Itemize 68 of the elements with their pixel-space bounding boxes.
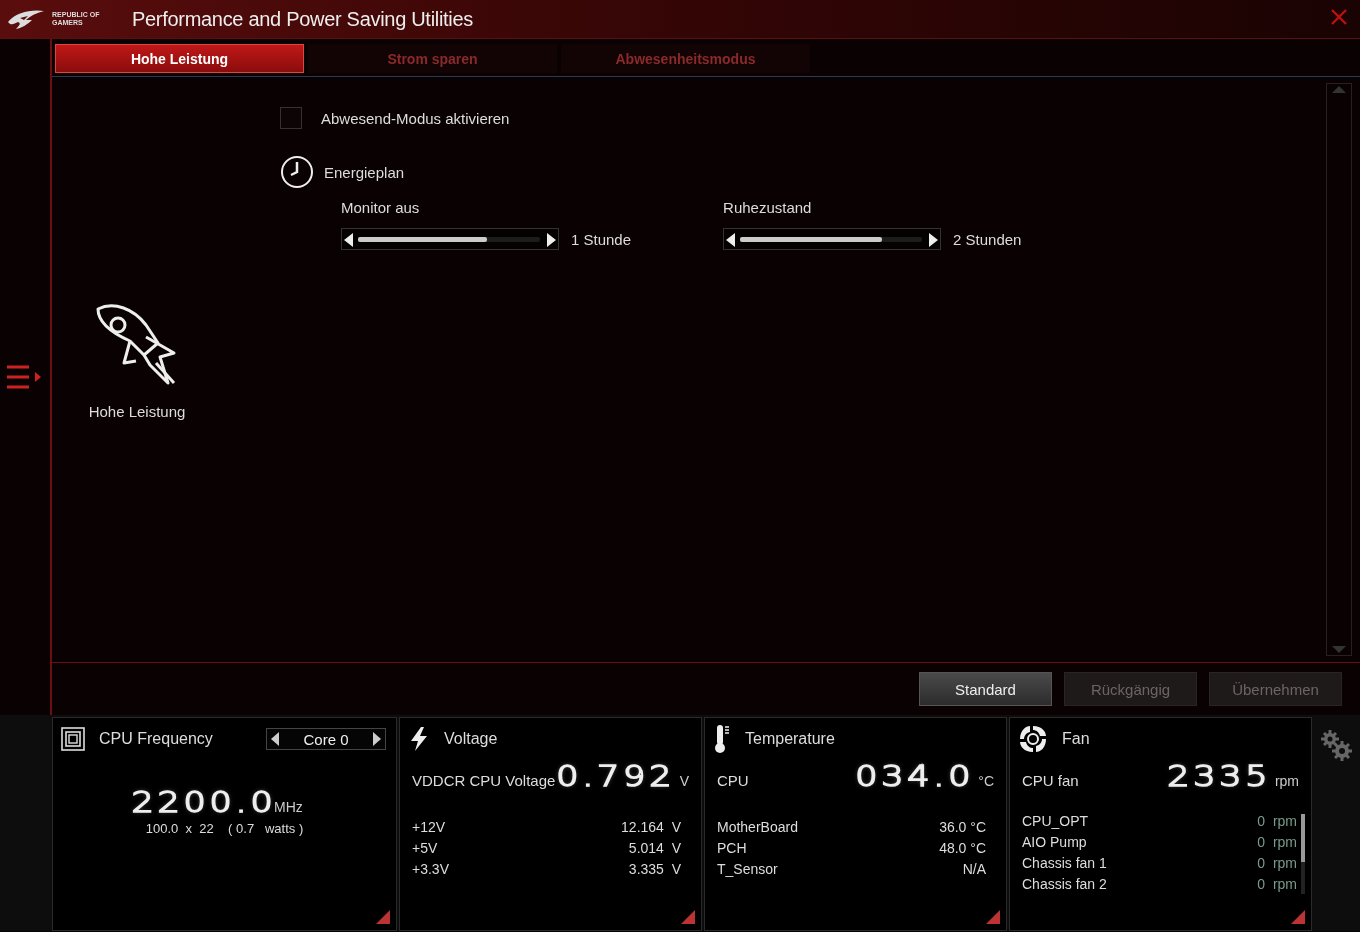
sensor-value: 0 rpm	[1257, 876, 1297, 892]
sensor-name: T_Sensor	[717, 861, 778, 877]
slider-track[interactable]	[358, 236, 540, 242]
panel-title: CPU Frequency	[99, 730, 213, 748]
unit-label: MHz	[274, 799, 303, 815]
sensor-name: +12V	[412, 819, 446, 835]
slider[interactable]	[341, 228, 559, 250]
sensor-reading: 2335	[1166, 760, 1271, 793]
window-title: Performance and Power Saving Utilities	[132, 7, 473, 31]
sensor-value: 36.0 °C	[939, 819, 986, 835]
expand-icon[interactable]	[1291, 910, 1305, 924]
tab[interactable]: Strom sparen	[308, 44, 557, 73]
sensor-name: Chassis fan 1	[1022, 855, 1107, 871]
sensor-name: CPU_OPT	[1022, 813, 1089, 829]
settings-icon[interactable]	[1320, 729, 1352, 761]
panel-title: Temperature	[745, 730, 835, 748]
sensor-value: 0 rpm	[1257, 834, 1297, 850]
fan-icon	[1018, 724, 1048, 754]
chip-icon	[61, 727, 85, 751]
mode-label: Hohe Leistung	[88, 403, 186, 420]
thermometer-icon	[713, 724, 731, 754]
left-arrow-icon[interactable]	[726, 233, 737, 247]
sensor-reading: 034.0	[855, 760, 975, 793]
right-arrow-icon[interactable]	[546, 233, 556, 247]
scrollbar[interactable]	[1301, 814, 1305, 894]
slider-track[interactable]	[740, 236, 923, 242]
left-arrow-icon[interactable]	[344, 233, 354, 247]
sensor-name: +5V	[412, 840, 438, 856]
action-button[interactable]: Standard	[919, 672, 1052, 706]
sensor-name: +3.3V	[412, 861, 449, 877]
core-selector[interactable]: Core 0	[266, 728, 386, 750]
sensor-value: N/A	[962, 861, 986, 877]
sensor-value: 5.014 V	[628, 840, 681, 856]
setting-value: 2 Stunden	[953, 230, 1022, 248]
sensor-name: PCH	[717, 840, 747, 856]
unit-label: rpm	[1274, 773, 1299, 789]
right-arrow-icon[interactable]	[928, 233, 939, 247]
setting-label: Ruhezustand	[723, 199, 813, 216]
setting-label: Monitor aus	[341, 199, 421, 216]
sensor-value: 3.335 V	[628, 861, 681, 877]
sensor-value: 0 rpm	[1257, 855, 1297, 871]
slider[interactable]	[723, 228, 942, 250]
lightning-icon	[408, 726, 430, 752]
tab[interactable]: Hohe Leistung	[55, 44, 304, 73]
sensor-reading: 0.792	[556, 760, 676, 793]
sensor-value: 12.164 V	[621, 819, 681, 835]
frequency-detail: 100.0 x 22 ( 0.7 watts )	[145, 821, 304, 836]
sensor-name: MotherBoard	[717, 819, 798, 835]
sensor-value: 0 rpm	[1257, 813, 1297, 829]
right-arrow-icon[interactable]	[373, 732, 381, 746]
tab[interactable]: Abwesenheitsmodus	[561, 44, 810, 73]
close-icon[interactable]	[1330, 8, 1348, 26]
expand-icon[interactable]	[681, 910, 695, 924]
unit-label: V	[679, 773, 689, 789]
checkbox[interactable]	[280, 107, 302, 129]
sensor-name: AIO Pump	[1022, 834, 1087, 850]
panel-title: Voltage	[444, 730, 498, 748]
expand-icon[interactable]	[986, 910, 1000, 924]
setting-value: 1 Stunde	[571, 230, 632, 248]
expand-icon[interactable]	[376, 910, 390, 924]
checkbox-label: Abwesend-Modus aktivieren	[321, 109, 510, 127]
section-title: Energieplan	[324, 163, 405, 181]
unit-label: °C	[978, 773, 994, 789]
panel-title: Fan	[1062, 730, 1090, 748]
left-arrow-icon[interactable]	[271, 732, 279, 746]
sensor-value: 48.0 °C	[939, 840, 986, 856]
sensor-name: Chassis fan 2	[1022, 876, 1107, 892]
clock-icon	[280, 155, 314, 189]
